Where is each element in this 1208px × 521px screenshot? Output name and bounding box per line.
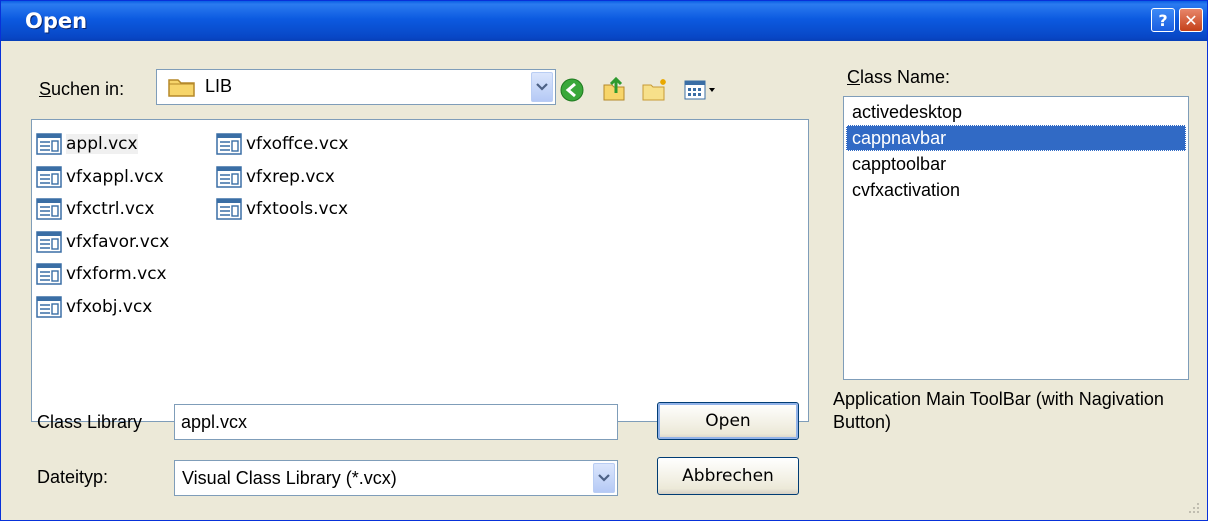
class-list-item[interactable]: cappnavbar bbox=[846, 125, 1186, 151]
file-item[interactable]: appl.vcx bbox=[36, 130, 138, 158]
class-library-file-icon bbox=[36, 295, 62, 318]
class-library-file-icon bbox=[216, 198, 242, 220]
filetype-combo[interactable]: Visual Class Library (*.vcx) bbox=[174, 460, 618, 496]
classlib-field[interactable]: appl.vcx bbox=[174, 404, 618, 440]
classlib-label: Class Library bbox=[37, 412, 143, 432]
file-list[interactable]: appl.vcx vfxappl.vcx vfxctrl.vcx vfxfavor.v… bbox=[31, 119, 809, 422]
file-item[interactable]: vfxfavor.vcx bbox=[36, 228, 169, 256]
class-library-file-icon bbox=[36, 198, 62, 220]
file-name: appl.vcx bbox=[66, 134, 138, 154]
filetype-value: Visual Class Library (*.vcx) bbox=[182, 468, 397, 488]
class-library-file-icon bbox=[36, 165, 62, 188]
chevron-down-icon[interactable] bbox=[593, 463, 615, 493]
file-name: vfxrep.vcx bbox=[246, 166, 335, 187]
classname-label: Class Name: bbox=[847, 67, 951, 87]
chevron-down-icon[interactable] bbox=[531, 72, 553, 102]
new-folder-icon[interactable] bbox=[641, 77, 669, 103]
class-library-file-icon bbox=[216, 165, 242, 188]
lookin-value: LIB bbox=[205, 76, 233, 96]
class-library-file-icon bbox=[216, 133, 242, 155]
close-button[interactable]: ✕ bbox=[1179, 8, 1203, 32]
folder-icon bbox=[167, 76, 197, 98]
file-item[interactable]: vfxobj.vcx bbox=[36, 293, 152, 321]
help-button[interactable]: ? bbox=[1151, 8, 1175, 32]
view-menu-icon[interactable] bbox=[683, 77, 719, 103]
lookin-label: Suchen in: bbox=[39, 79, 125, 99]
dialog-client-area: Suchen in: LIB appl.vcx vfxappl.vcx vfxc… bbox=[1, 41, 1207, 521]
resize-grip-icon[interactable] bbox=[1187, 501, 1201, 515]
class-description: Application Main ToolBar (with Nagivatio… bbox=[833, 389, 1164, 432]
class-list-item[interactable]: capptoolbar bbox=[846, 151, 1186, 177]
class-list-item[interactable]: activedesktop bbox=[846, 99, 1186, 125]
file-item[interactable]: vfxrep.vcx bbox=[216, 163, 335, 191]
file-item[interactable]: vfxoffce.vcx bbox=[216, 130, 348, 158]
class-library-file-icon bbox=[36, 263, 62, 285]
cancel-button[interactable]: Abbrechen bbox=[657, 457, 799, 495]
open-button[interactable]: Open bbox=[657, 402, 799, 440]
up-folder-icon[interactable] bbox=[601, 75, 627, 103]
class-name-list[interactable]: activedesktop cappnavbar capptoolbar cvfxac… bbox=[843, 96, 1189, 380]
file-item[interactable]: vfxtools.vcx bbox=[216, 195, 348, 223]
file-name: vfxctrl.vcx bbox=[66, 199, 155, 219]
title-bar[interactable]: Open ? ✕ bbox=[1, 1, 1207, 41]
file-name: vfxoffce.vcx bbox=[246, 134, 349, 154]
lookin-combo[interactable]: LIB bbox=[156, 69, 556, 105]
file-item[interactable]: vfxctrl.vcx bbox=[36, 195, 154, 223]
class-library-file-icon bbox=[36, 230, 62, 253]
back-arrow-icon[interactable] bbox=[559, 77, 585, 103]
filetype-label: Dateityp: bbox=[37, 467, 109, 487]
file-name: vfxtools.vcx bbox=[246, 199, 349, 219]
file-name: vfxappl.vcx bbox=[66, 166, 164, 187]
file-name: vfxform.vcx bbox=[66, 264, 167, 284]
class-library-file-icon bbox=[36, 133, 62, 155]
file-name: vfxfavor.vcx bbox=[66, 231, 170, 252]
open-dialog: Open ? ✕ Suchen in: LIB appl.vcx vfxappl… bbox=[0, 0, 1208, 521]
window-title: Open bbox=[25, 9, 88, 33]
file-name: vfxobj.vcx bbox=[66, 296, 153, 317]
class-list-item[interactable]: cvfxactivation bbox=[846, 177, 1186, 203]
file-item[interactable]: vfxform.vcx bbox=[36, 260, 167, 288]
file-item[interactable]: vfxappl.vcx bbox=[36, 163, 164, 191]
